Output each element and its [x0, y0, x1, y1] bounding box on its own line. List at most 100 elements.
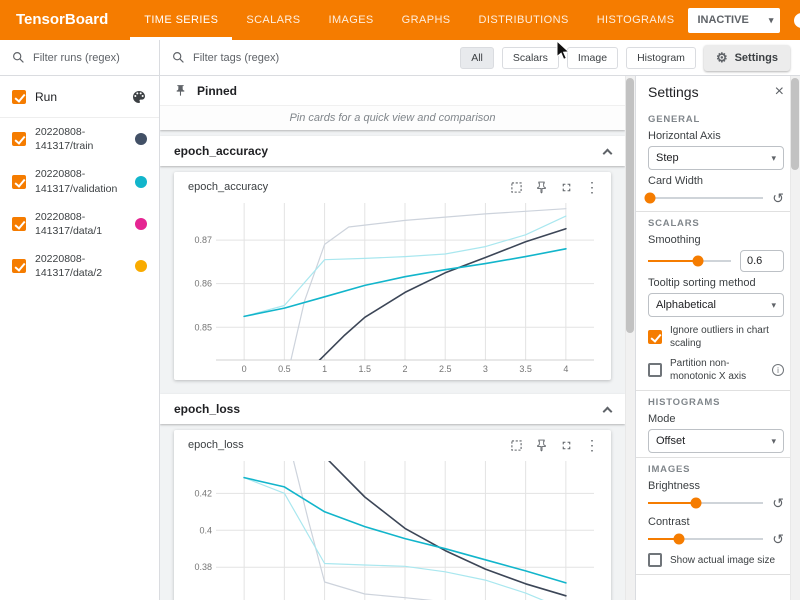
- run-checkbox[interactable]: [12, 259, 26, 273]
- histogram-mode-select[interactable]: Offset ▾: [648, 429, 784, 453]
- scrollbar-thumb[interactable]: [626, 78, 634, 333]
- more-options-icon[interactable]: ⋮: [585, 180, 599, 194]
- smoothing-value-input[interactable]: [740, 250, 784, 272]
- scrollbar-thumb[interactable]: [791, 78, 799, 170]
- pin-icon[interactable]: [535, 439, 548, 452]
- close-icon[interactable]: ×: [775, 84, 784, 100]
- fullscreen-icon[interactable]: [560, 439, 573, 452]
- chevron-down-icon: ▾: [771, 436, 776, 447]
- header-actions: INACTIVE ▾ ↻ ⚙ ?: [688, 0, 800, 40]
- settings-button[interactable]: ⚙ Settings: [704, 45, 790, 71]
- ignore-outliers-checkbox-row[interactable]: Ignore outliers in chart scaling: [648, 324, 784, 350]
- app-header: TensorBoard TIME SERIES SCALARS IMAGES G…: [0, 0, 800, 40]
- horizontal-axis-select[interactable]: Step ▾: [648, 146, 784, 170]
- fit-to-domain-icon[interactable]: [510, 181, 523, 194]
- tab-graphs[interactable]: GRAPHS: [388, 0, 465, 40]
- theme-contrast-icon[interactable]: [794, 13, 800, 28]
- chip-histogram[interactable]: Histogram: [626, 47, 696, 69]
- chevron-down-icon: ▾: [771, 153, 776, 164]
- pinned-header: Pinned: [160, 76, 625, 106]
- section-header-epoch-loss[interactable]: epoch_loss: [160, 394, 625, 424]
- search-icon: [172, 51, 185, 64]
- partition-x-axis-checkbox[interactable]: [648, 363, 662, 377]
- chip-image[interactable]: Image: [567, 47, 618, 69]
- svg-text:2.5: 2.5: [439, 364, 452, 374]
- runs-sidebar: Run 20220808-141317/train 20220808-14131…: [0, 76, 160, 600]
- tab-time-series[interactable]: TIME SERIES: [130, 0, 232, 40]
- filter-tags-input[interactable]: [193, 52, 448, 64]
- smoothing-label: Smoothing: [648, 234, 784, 247]
- run-name: 20220808-141317/data/2: [35, 252, 126, 280]
- select-all-runs-checkbox[interactable]: [12, 90, 26, 104]
- partition-x-axis-checkbox-row[interactable]: Partition non-monotonic X axis i: [648, 357, 784, 383]
- tab-distributions[interactable]: DISTRIBUTIONS: [465, 0, 583, 40]
- more-options-icon[interactable]: ⋮: [585, 438, 599, 452]
- general-heading: GENERAL: [648, 114, 784, 125]
- fit-to-domain-icon[interactable]: [510, 439, 523, 452]
- run-row-data-1[interactable]: 20220808-141317/data/1: [0, 203, 159, 245]
- svg-text:0.5: 0.5: [278, 364, 291, 374]
- histogram-mode-label: Mode: [648, 413, 784, 426]
- svg-text:1.5: 1.5: [359, 364, 372, 374]
- chevron-down-icon: ▾: [769, 15, 774, 26]
- runs-header-label: Run: [35, 90, 57, 104]
- reset-icon[interactable]: ↺: [772, 191, 784, 205]
- status-dropdown[interactable]: INACTIVE ▾: [688, 8, 780, 33]
- section-epoch-accuracy: epoch_accuracy epoch_accuracy: [160, 136, 625, 388]
- chevron-up-icon[interactable]: [603, 148, 613, 158]
- run-row-data-2[interactable]: 20220808-141317/data/2: [0, 245, 159, 287]
- section-title: epoch_accuracy: [174, 144, 268, 158]
- svg-text:0.86: 0.86: [194, 279, 212, 289]
- card-width-slider[interactable]: [648, 197, 763, 199]
- tab-scalars[interactable]: SCALARS: [232, 0, 314, 40]
- chip-scalars[interactable]: Scalars: [502, 47, 559, 69]
- slider-thumb[interactable]: [645, 193, 656, 204]
- smoothing-slider[interactable]: [648, 260, 731, 262]
- chevron-up-icon[interactable]: [603, 406, 613, 416]
- chip-all[interactable]: All: [460, 47, 494, 69]
- epoch-loss-chart[interactable]: 00.511.522.533.540.420.40.380.36: [182, 456, 602, 600]
- run-color-dot: [135, 260, 147, 272]
- settings-scrollbar[interactable]: [790, 76, 800, 600]
- images-heading: IMAGES: [648, 464, 784, 475]
- section-header-epoch-accuracy[interactable]: epoch_accuracy: [160, 136, 625, 166]
- epoch-accuracy-chart[interactable]: 00.511.522.533.540.850.860.87: [182, 198, 602, 378]
- svg-text:0.38: 0.38: [194, 562, 212, 572]
- run-checkbox[interactable]: [12, 217, 26, 231]
- run-checkbox[interactable]: [12, 132, 26, 146]
- tab-histograms[interactable]: HISTOGRAMS: [583, 0, 689, 40]
- filter-runs-input[interactable]: [33, 52, 147, 64]
- main-scrollbar[interactable]: [625, 76, 635, 600]
- actual-image-size-checkbox[interactable]: [648, 553, 662, 567]
- svg-text:2: 2: [402, 364, 407, 374]
- run-row-validation[interactable]: 20220808-141317/validation: [0, 160, 159, 202]
- run-color-dot: [135, 133, 147, 145]
- slider-thumb[interactable]: [691, 498, 702, 509]
- run-checkbox[interactable]: [12, 175, 26, 189]
- tooltip-sorting-select[interactable]: Alphabetical ▾: [648, 293, 784, 317]
- chart-card-header: epoch_accuracy: [182, 176, 603, 198]
- run-name: 20220808-141317/data/1: [35, 210, 126, 238]
- brightness-slider[interactable]: [648, 502, 763, 504]
- section-epoch-loss: epoch_loss epoch_loss: [160, 394, 625, 600]
- settings-title: Settings: [648, 84, 699, 100]
- slider-thumb[interactable]: [692, 256, 703, 267]
- run-row-train[interactable]: 20220808-141317/train: [0, 118, 159, 160]
- slider-thumb[interactable]: [674, 534, 685, 545]
- pin-icon[interactable]: [535, 181, 548, 194]
- brightness-label: Brightness: [648, 480, 784, 493]
- contrast-slider[interactable]: [648, 538, 763, 540]
- actual-image-size-checkbox-row[interactable]: Show actual image size: [648, 553, 784, 567]
- ignore-outliers-checkbox[interactable]: [648, 330, 662, 344]
- divider: [636, 574, 800, 575]
- reset-icon[interactable]: ↺: [772, 496, 784, 510]
- palette-icon[interactable]: [131, 89, 147, 105]
- run-name: 20220808-141317/validation: [35, 167, 126, 195]
- info-icon[interactable]: i: [772, 364, 784, 376]
- section-body: epoch_accuracy: [160, 166, 625, 388]
- reset-icon[interactable]: ↺: [772, 532, 784, 546]
- tab-images[interactable]: IMAGES: [314, 0, 387, 40]
- status-value: INACTIVE: [697, 14, 748, 26]
- fullscreen-icon[interactable]: [560, 181, 573, 194]
- settings-panel: Settings × GENERAL Horizontal Axis Step …: [635, 76, 800, 600]
